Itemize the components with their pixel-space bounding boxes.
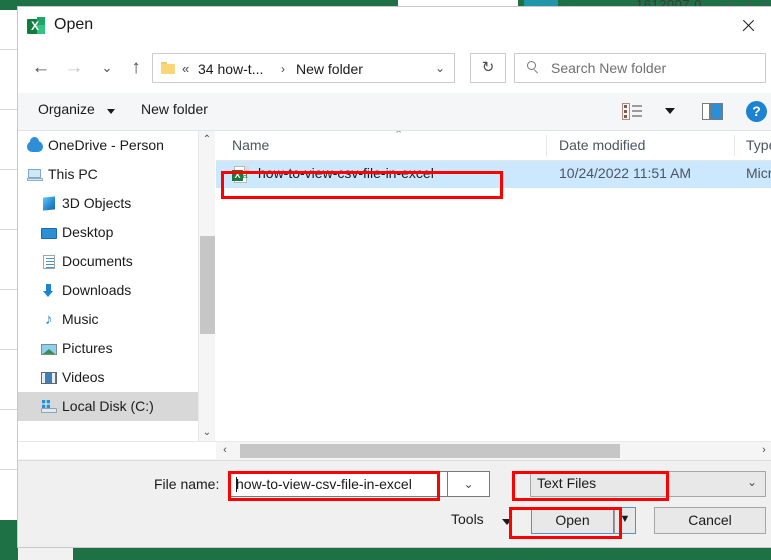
sidebar-item-label: Pictures (62, 340, 113, 356)
sidebar-item-downloads[interactable]: Downloads (18, 276, 198, 305)
background-spreadsheet-column (0, 10, 18, 560)
scroll-left-icon[interactable]: ‹ (216, 442, 234, 459)
close-icon[interactable] (726, 11, 770, 41)
sidebar-item-label: Downloads (62, 282, 132, 298)
help-icon[interactable]: ? (746, 101, 767, 122)
preview-pane-icon[interactable] (702, 103, 723, 120)
breadcrumb-item-parent[interactable]: 34 how-t... (198, 59, 263, 79)
documents-icon (41, 254, 57, 270)
background-excel-status-gap (18, 548, 73, 560)
file-name-cell: how-to-view-csv-file-in-excel (258, 165, 434, 181)
file-list: ⌃ Name Date modified Type X a how-to-vie… (216, 131, 771, 441)
sidebar-item-this-pc[interactable]: This PC (18, 160, 198, 189)
dialog-titlebar: X Open (18, 7, 771, 45)
navigation-bar: ← → ⌄ ↑ « 34 how-t... › New folder ⌄ ↻ S… (18, 45, 771, 93)
navigation-sidebar: OneDrive - Person This PC 3D Objects Des… (18, 131, 198, 441)
tools-button[interactable]: Tools (451, 511, 484, 527)
sidebar-item-local-disk-c[interactable]: Local Disk (C:) (18, 392, 198, 421)
sidebar-item-pictures[interactable]: Pictures (18, 334, 198, 363)
file-list-horizontal-scrollbar[interactable]: ‹ › (18, 441, 771, 460)
pc-icon (27, 167, 43, 183)
search-input[interactable]: Search New folder (514, 53, 766, 83)
view-list-icon[interactable] (622, 103, 642, 120)
dialog-toolbar: Organize New folder ? (18, 93, 771, 131)
table-row[interactable]: X a how-to-view-csv-file-in-excel 10/24/… (216, 161, 771, 188)
tools-chevron-down-icon[interactable] (502, 519, 512, 525)
sidebar-item-label: Music (62, 311, 99, 327)
pictures-icon (41, 341, 57, 357)
new-folder-button[interactable]: New folder (141, 101, 208, 117)
dialog-footer: File name: how-to-view-csv-file-in-excel… (18, 460, 771, 547)
breadcrumb-separator: › (281, 62, 285, 76)
recent-locations-button[interactable]: ⌄ (92, 52, 122, 84)
file-type-chevron-down-icon: ⌄ (746, 475, 757, 489)
column-header-date-modified[interactable]: Date modified (559, 137, 645, 153)
cancel-button[interactable]: Cancel (654, 507, 766, 534)
file-type-select[interactable]: Text Files ⌄ (530, 471, 766, 497)
sidebar-item-label: Desktop (62, 224, 114, 240)
sidebar-item-videos[interactable]: Videos (18, 363, 198, 392)
scroll-up-icon[interactable]: ⌃ (199, 131, 215, 148)
folder-icon (161, 62, 175, 74)
cloud-icon (27, 137, 43, 152)
open-file-dialog: X Open ← → ⌄ ↑ « 34 how-t... › New folde… (17, 6, 771, 548)
column-header-type[interactable]: Type (746, 137, 771, 153)
download-icon (41, 283, 57, 299)
videos-icon (41, 370, 57, 386)
forward-button[interactable]: → (59, 52, 89, 84)
sidebar-item-label: Documents (62, 253, 133, 269)
music-icon: ♪ (45, 311, 53, 328)
sidebar-item-label: 3D Objects (62, 195, 132, 211)
breadcrumb-item-current[interactable]: New folder (296, 59, 363, 79)
organize-button[interactable]: Organize (38, 101, 95, 117)
sidebar-item-documents[interactable]: Documents (18, 247, 198, 276)
excel-csv-file-icon: X a (232, 166, 249, 184)
sidebar-item-music[interactable]: ♪ Music (18, 305, 198, 334)
file-name-input[interactable]: how-to-view-csv-file-in-excel (230, 471, 448, 497)
sidebar-item-label: Videos (62, 369, 105, 385)
sidebar-item-label: OneDrive - Person (48, 137, 164, 153)
sidebar-item-onedrive[interactable]: OneDrive - Person (18, 131, 198, 160)
disk-icon (41, 399, 57, 415)
breadcrumb-overflow[interactable]: « (182, 59, 189, 79)
chevron-down-icon[interactable]: ⌄ (426, 54, 454, 82)
column-header-name[interactable]: Name (232, 137, 269, 153)
sidebar-vertical-scrollbar[interactable]: ⌃ ⌄ (198, 131, 215, 441)
scroll-down-icon[interactable]: ⌄ (199, 424, 215, 441)
scrollbar-thumb[interactable] (200, 236, 215, 334)
file-name-label: File name: (154, 476, 220, 492)
refresh-button[interactable]: ↻ (470, 53, 506, 83)
back-button[interactable]: ← (26, 52, 56, 84)
open-button[interactable]: Open (531, 507, 614, 534)
open-split-chevron-down-icon[interactable]: ▼ (614, 507, 636, 534)
scroll-right-icon[interactable]: › (755, 442, 771, 459)
organize-chevron-down-icon[interactable] (107, 109, 115, 114)
sidebar-item-label: This PC (48, 166, 98, 182)
sidebar-item-desktop[interactable]: Desktop (18, 218, 198, 247)
scrollbar-spacer (18, 442, 216, 459)
address-bar[interactable]: « 34 how-t... › New folder ⌄ (152, 53, 455, 83)
file-name-value: how-to-view-csv-file-in-excel (236, 476, 412, 492)
cube-icon (41, 196, 57, 212)
dialog-title: Open (54, 16, 94, 33)
file-type-value: Text Files (537, 475, 597, 491)
file-date-cell: 10/24/2022 11:51 AM (559, 165, 692, 181)
sidebar-item-label: Local Disk (C:) (62, 398, 154, 414)
view-chevron-down-icon[interactable] (665, 108, 675, 114)
scrollbar-thumb[interactable] (240, 444, 620, 458)
sidebar-item-3d-objects[interactable]: 3D Objects (18, 189, 198, 218)
dialog-body: OneDrive - Person This PC 3D Objects Des… (18, 131, 771, 441)
excel-icon: X (27, 17, 46, 36)
desktop-icon (41, 225, 57, 241)
search-icon (527, 61, 541, 75)
file-name-chevron-down-icon[interactable]: ⌄ (448, 471, 490, 497)
search-placeholder: Search New folder (551, 60, 667, 76)
up-button[interactable]: ↑ (121, 52, 151, 84)
sort-ascending-icon: ⌃ (394, 131, 404, 141)
file-list-header: ⌃ Name Date modified Type (216, 131, 771, 161)
screenshot-root: 1612007 0 X Open ← → (0, 0, 771, 560)
background-excel-status-bar (0, 548, 771, 560)
file-type-cell: Micro (746, 165, 771, 181)
